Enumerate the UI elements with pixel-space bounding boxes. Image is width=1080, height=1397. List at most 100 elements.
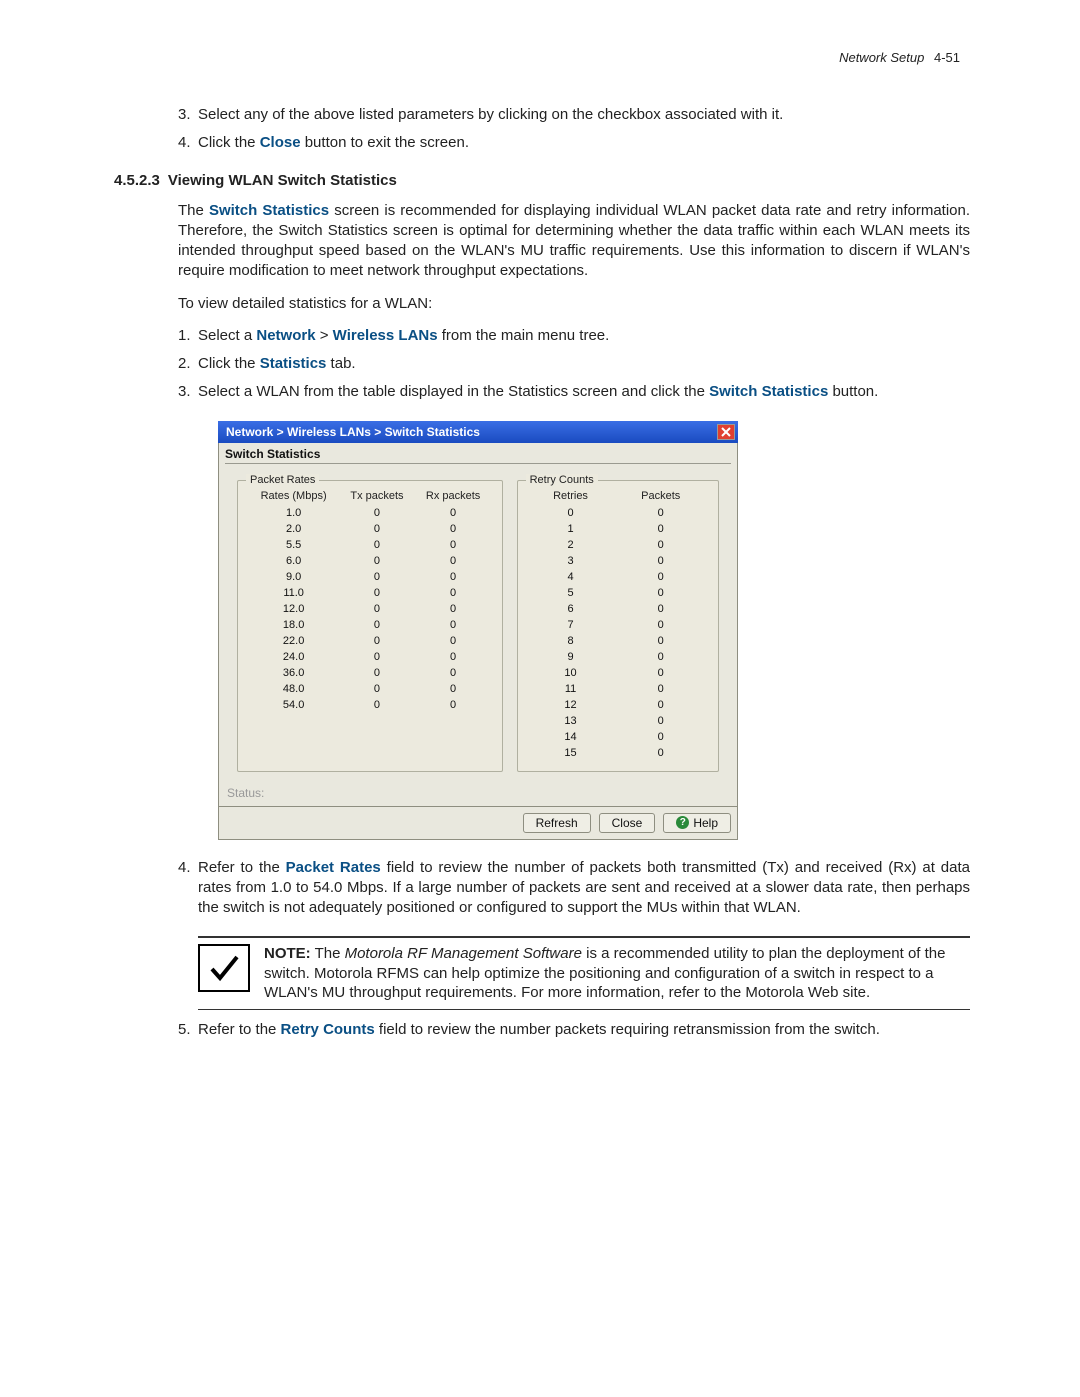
para-text: The: [178, 202, 209, 219]
table-cell: 2: [528, 537, 614, 553]
table-cell: 0: [613, 745, 708, 761]
table-cell: 0: [613, 649, 708, 665]
col-header: Rates (Mbps): [248, 487, 339, 505]
list-item: 1.Select a Network > Wireless LANs from …: [110, 326, 970, 346]
item-text: Refer to the: [198, 859, 286, 876]
help-icon: ?: [676, 816, 689, 829]
col-header: Packets: [613, 487, 708, 505]
table-cell: 0: [339, 553, 414, 569]
table-cell: 0: [613, 537, 708, 553]
table-cell: 4: [528, 569, 614, 585]
list-item: 4.Click the Close button to exit the scr…: [110, 133, 970, 153]
table-cell: 0: [415, 521, 492, 537]
table-cell: 1.0: [248, 505, 339, 521]
table-cell: 0: [339, 681, 414, 697]
table-cell: 6.0: [248, 553, 339, 569]
table-row: 100: [528, 665, 708, 681]
dialog-title: Network > Wireless LANs > Switch Statist…: [226, 425, 480, 439]
table-cell: 0: [339, 569, 414, 585]
table-cell: 48.0: [248, 681, 339, 697]
table-cell: 8: [528, 633, 614, 649]
top-list: 3.Select any of the above listed paramet…: [110, 105, 970, 154]
table-row: 22.000: [248, 633, 492, 649]
table-cell: 54.0: [248, 697, 339, 713]
section-title: Viewing WLAN Switch Statistics: [168, 172, 397, 189]
item-text: field to review the number packets requi…: [375, 1021, 880, 1038]
table-row: 150: [528, 745, 708, 761]
table-cell: 0: [613, 569, 708, 585]
table-cell: 11: [528, 681, 614, 697]
table-row: 24.000: [248, 649, 492, 665]
table-cell: 0: [339, 585, 414, 601]
close-button[interactable]: Close: [599, 813, 656, 833]
item-text: Refer to the: [198, 1021, 281, 1038]
button-label: Refresh: [536, 816, 578, 830]
table-row: 36.000: [248, 665, 492, 681]
table-cell: 0: [339, 665, 414, 681]
list-item: 5.Refer to the Retry Counts field to rev…: [110, 1020, 970, 1040]
table-cell: 7: [528, 617, 614, 633]
note-box: NOTE: The Motorola RF Management Softwar…: [198, 936, 970, 1010]
header-title: Network Setup: [839, 50, 924, 65]
section-number: 4.5.2.3: [114, 172, 160, 189]
table-cell: 0: [613, 729, 708, 745]
note-italic: Motorola RF Management Software: [345, 945, 582, 962]
item-number: 3.: [178, 105, 198, 125]
dialog-close-button[interactable]: [717, 424, 735, 440]
note-label: NOTE:: [264, 945, 311, 962]
table-cell: 0: [613, 681, 708, 697]
item-number: 1.: [178, 326, 198, 346]
table-row: 10: [528, 521, 708, 537]
table-cell: 12.0: [248, 601, 339, 617]
status-label: Status:: [227, 786, 731, 800]
dialog-footer: Refresh Close ? Help: [218, 807, 738, 840]
statistics-ref: Statistics: [260, 355, 327, 372]
table-cell: 0: [613, 617, 708, 633]
packet-rates-panel: Packet Rates Rates (Mbps) Tx packets Rx …: [237, 480, 503, 772]
table-cell: 12: [528, 697, 614, 713]
table-row: 12.000: [248, 601, 492, 617]
item-number: 2.: [178, 354, 198, 374]
switch-statistics-dialog: Network > Wireless LANs > Switch Statist…: [218, 421, 738, 840]
table-row: 6.000: [248, 553, 492, 569]
packet-rates-table: Rates (Mbps) Tx packets Rx packets 1.000…: [248, 487, 492, 713]
table-cell: 0: [339, 649, 414, 665]
refresh-button[interactable]: Refresh: [523, 813, 591, 833]
table-row: 18.000: [248, 617, 492, 633]
paragraph: The Switch Statistics screen is recommen…: [110, 201, 970, 282]
col-header: Tx packets: [339, 487, 414, 505]
table-row: 70: [528, 617, 708, 633]
table-cell: 0: [613, 713, 708, 729]
dialog-titlebar[interactable]: Network > Wireless LANs > Switch Statist…: [218, 421, 738, 443]
page-header: Network Setup 4-51: [110, 50, 970, 65]
note-text: NOTE: The Motorola RF Management Softwar…: [264, 944, 970, 1003]
table-row: 40: [528, 569, 708, 585]
table-cell: 0: [415, 585, 492, 601]
table-cell: 3: [528, 553, 614, 569]
table-cell: 0: [613, 585, 708, 601]
table-cell: 0: [339, 505, 414, 521]
item-text: >: [316, 327, 333, 344]
table-cell: 0: [339, 601, 414, 617]
table-cell: 0: [415, 665, 492, 681]
list-item: 3.Select any of the above listed paramet…: [110, 105, 970, 125]
table-row: 90: [528, 649, 708, 665]
help-button[interactable]: ? Help: [663, 813, 731, 833]
table-cell: 0: [415, 601, 492, 617]
table-cell: 5.5: [248, 537, 339, 553]
table-cell: 0: [415, 553, 492, 569]
section-heading: 4.5.2.3 Viewing WLAN Switch Statistics: [110, 172, 970, 189]
checkmark-icon: [198, 944, 250, 992]
button-label: Close: [612, 816, 643, 830]
col-header: Retries: [528, 487, 614, 505]
table-cell: 13: [528, 713, 614, 729]
table-cell: 0: [339, 521, 414, 537]
table-cell: 0: [339, 537, 414, 553]
switch-statistics-button-ref: Switch Statistics: [709, 383, 828, 400]
item-number: 3.: [178, 382, 198, 402]
network-ref: Network: [256, 327, 315, 344]
retry-counts-panel: Retry Counts Retries Packets 00102030405…: [517, 480, 719, 772]
switch-statistics-ref: Switch Statistics: [209, 202, 329, 219]
table-row: 20: [528, 537, 708, 553]
table-cell: 24.0: [248, 649, 339, 665]
